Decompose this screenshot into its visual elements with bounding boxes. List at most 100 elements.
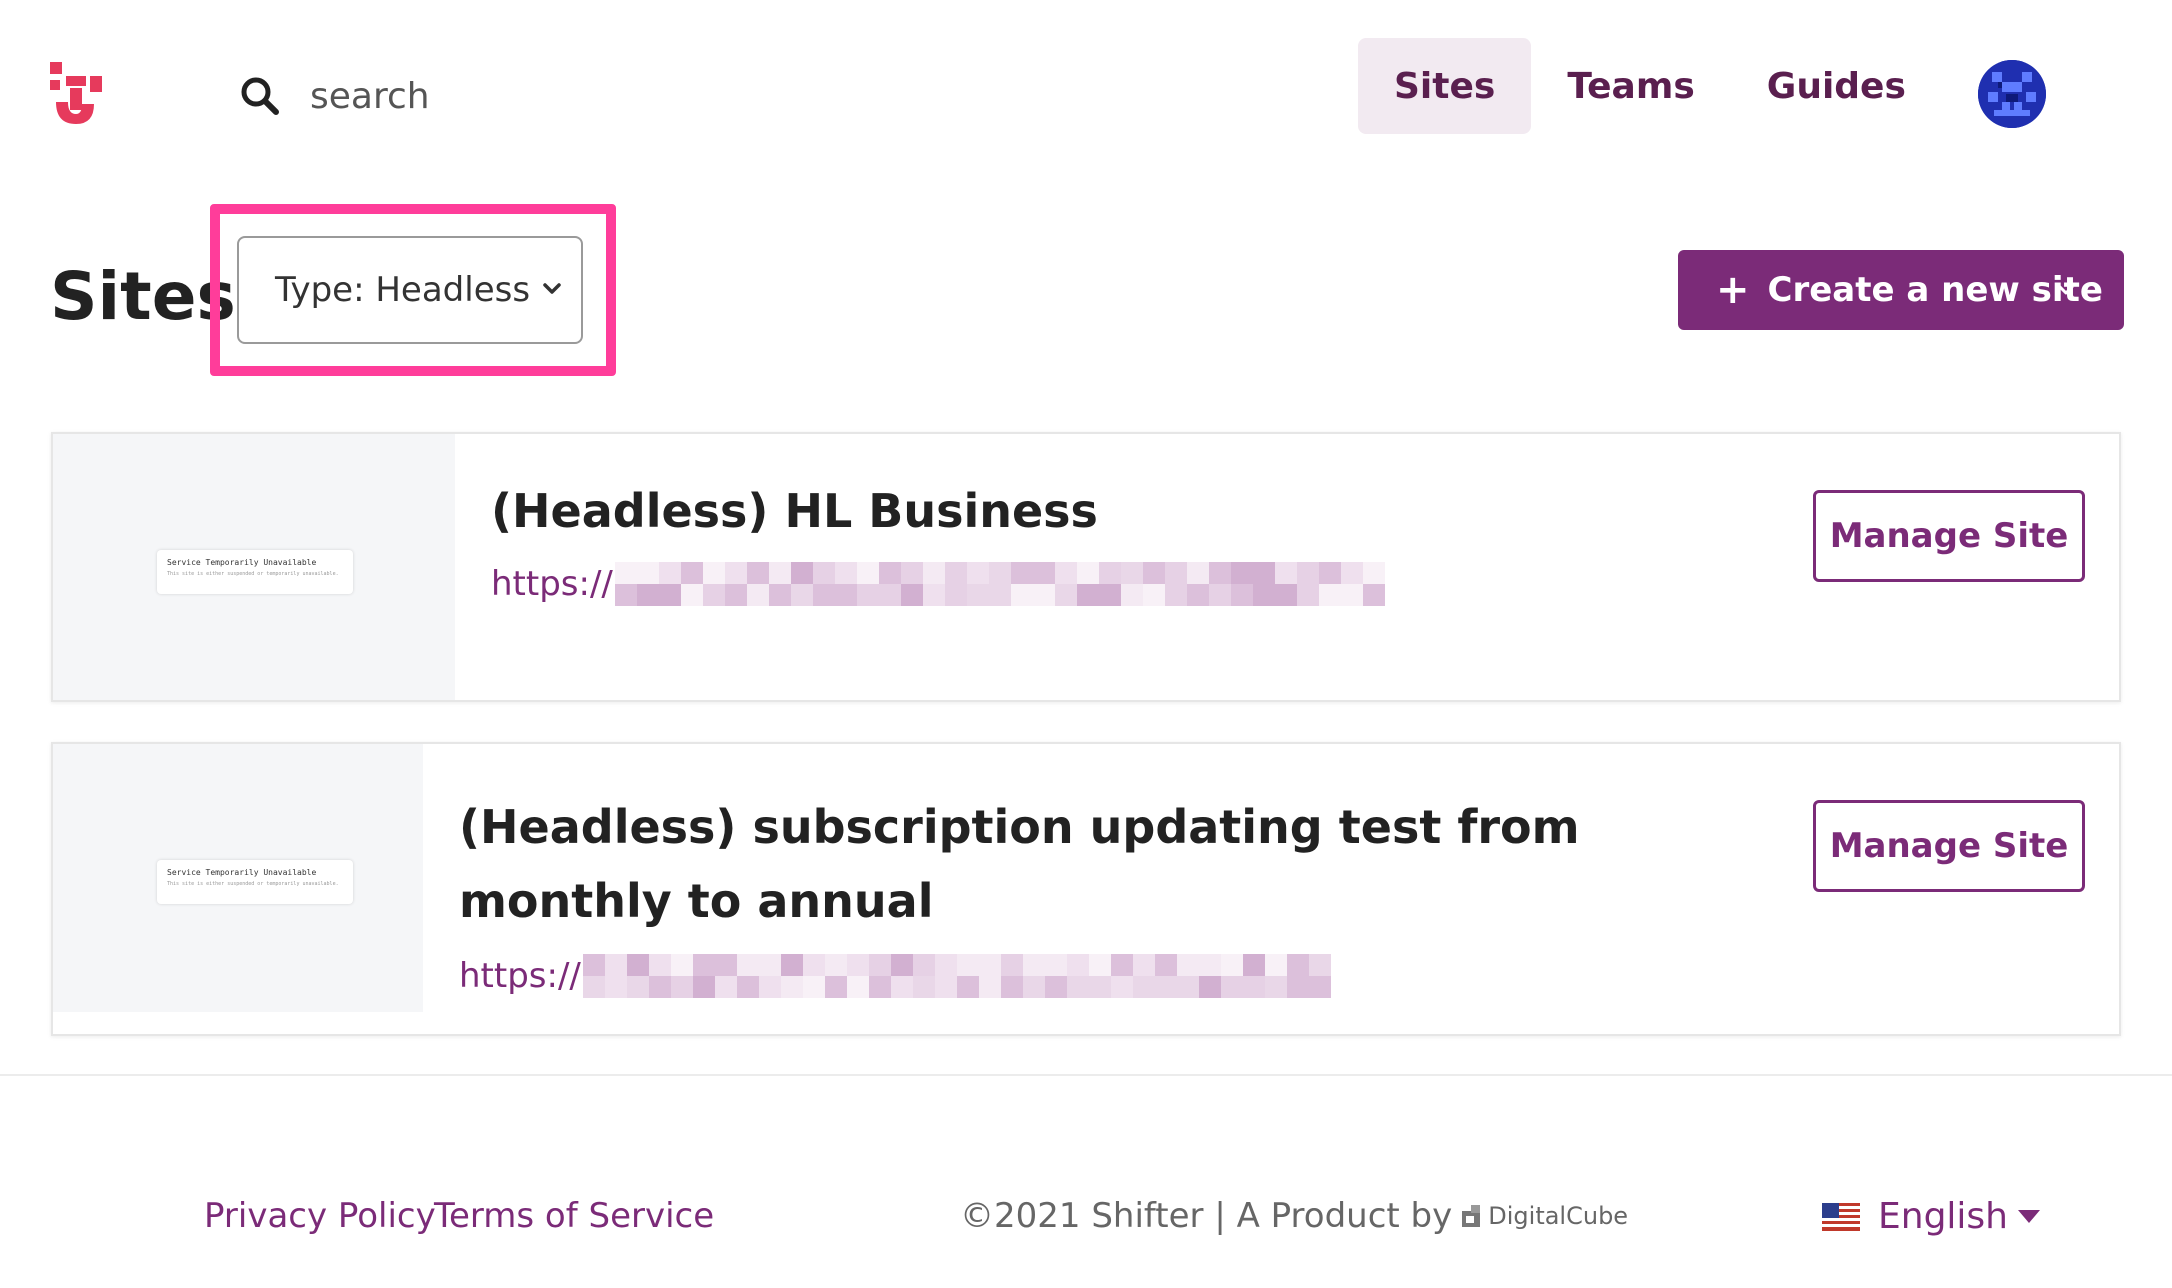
redaction-pixel (1340, 584, 1363, 606)
manage-site-button[interactable]: Manage Site (1813, 490, 2085, 582)
redaction-pixel (1220, 976, 1243, 998)
redaction-pixel (670, 976, 693, 998)
create-site-button[interactable]: + Create a new site (1678, 250, 2124, 330)
redaction-pixel (966, 584, 989, 606)
redaction-pixel (736, 976, 759, 998)
redaction-pixel (922, 562, 945, 584)
privacy-policy-link[interactable]: Privacy Policy (204, 1196, 436, 1236)
redaction-pixel (604, 976, 627, 998)
redaction-pixel (1010, 584, 1033, 606)
redaction-pixel (1286, 976, 1309, 998)
redaction-pixel (1098, 584, 1121, 606)
redaction-pixel (790, 584, 813, 606)
redaction-pixel (1308, 954, 1331, 976)
redaction-pixel (978, 976, 1001, 998)
redaction-pixel (1308, 976, 1331, 998)
digitalcube-logo[interactable]: DigitalCube (1462, 1202, 1628, 1230)
create-site-label: Create a new site (1767, 270, 2103, 310)
redaction-pixel (1142, 584, 1165, 606)
caret-down-icon (2018, 1209, 2040, 1223)
redaction-pixel (1098, 562, 1121, 584)
redaction-pixel (680, 562, 703, 584)
redaction-pixel (1076, 584, 1099, 606)
chevron-down-icon (2058, 285, 2074, 295)
user-avatar[interactable] (1978, 60, 2046, 128)
redaction-pixel (1022, 976, 1045, 998)
redaction-pixel (1198, 954, 1221, 976)
redaction-pixel (758, 976, 781, 998)
redaction-pixel (1088, 976, 1111, 998)
redaction-pixel (900, 562, 923, 584)
redaction-pixel (966, 562, 989, 584)
redaction-pixel (802, 954, 825, 976)
site-card: Service Temporarily Unavailable This sit… (51, 432, 2121, 702)
site-url[interactable]: https:// (491, 562, 1385, 606)
nav-guides[interactable]: Guides (1731, 38, 1942, 134)
redaction-pixel (670, 954, 693, 976)
site-name[interactable]: (Headless) HL Business (491, 474, 1098, 548)
redaction-pixel (944, 562, 967, 584)
redaction-pixel (582, 954, 605, 976)
redaction-pixel (636, 584, 659, 606)
redaction-pixel (1110, 976, 1133, 998)
redaction-pixel (978, 954, 1001, 976)
redaction-pixel (1054, 562, 1077, 584)
redaction-pixel (846, 954, 869, 976)
redaction-pixel (758, 954, 781, 976)
site-url[interactable]: https:// (459, 954, 1331, 998)
redaction-pixel (1186, 584, 1209, 606)
redaction-pixel (1120, 584, 1143, 606)
redaction-pixel (1242, 954, 1265, 976)
site-thumbnail[interactable]: Service Temporarily Unavailable This sit… (53, 744, 423, 1012)
redaction-pixel (702, 562, 725, 584)
redaction-pixel (1110, 954, 1133, 976)
redaction-pixel (780, 954, 803, 976)
site-card: Service Temporarily Unavailable This sit… (51, 742, 2121, 1036)
redaction-pixel (702, 584, 725, 606)
redaction-pixel (1362, 562, 1385, 584)
redaction-pixel (1230, 584, 1253, 606)
redaction-pixel (1186, 562, 1209, 584)
terms-of-service-link[interactable]: Terms of Service (434, 1196, 714, 1236)
redaction-pixel (1208, 562, 1231, 584)
redaction-pixel (824, 976, 847, 998)
redaction-pixel (956, 976, 979, 998)
type-filter-select[interactable]: Type: Headless (237, 236, 583, 344)
shifter-logo[interactable] (50, 62, 104, 132)
redaction-pixel (768, 584, 791, 606)
redaction-pixel (1066, 976, 1089, 998)
redaction-pixel (890, 954, 913, 976)
manage-site-button[interactable]: Manage Site (1813, 800, 2085, 892)
site-name[interactable]: (Headless) subscription updating test fr… (459, 790, 1779, 938)
site-thumbnail[interactable]: Service Temporarily Unavailable This sit… (53, 434, 455, 700)
digitalcube-icon (1462, 1205, 1481, 1227)
copyright: ©2021 Shifter | A Product by DigitalCube (960, 1196, 1629, 1236)
redaction-pixel (658, 584, 681, 606)
redaction-pixel (1340, 562, 1363, 584)
chevron-down-icon (543, 283, 561, 294)
redaction-pixel (856, 562, 879, 584)
redaction-pixel (724, 562, 747, 584)
redaction-pixel (890, 976, 913, 998)
redaction-pixel (1044, 954, 1067, 976)
redaction-pixel (1318, 584, 1341, 606)
redaction-pixel (1362, 584, 1385, 606)
thumbnail-message: Service Temporarily Unavailable This sit… (157, 550, 353, 594)
redaction-pixel (1120, 562, 1143, 584)
redaction-pixel (834, 584, 857, 606)
redaction-pixel (658, 562, 681, 584)
redaction-pixel (1154, 954, 1177, 976)
search-input[interactable] (310, 75, 610, 117)
nav-sites[interactable]: Sites (1358, 38, 1532, 134)
redaction-pixel (780, 976, 803, 998)
nav-teams[interactable]: Teams (1531, 38, 1730, 134)
redaction-pixel (724, 584, 747, 606)
redaction-pixel (900, 584, 923, 606)
redaction-pixel (1076, 562, 1099, 584)
redaction-pixel (944, 584, 967, 606)
redaction-pixel (1164, 584, 1187, 606)
redaction-pixel (1274, 584, 1297, 606)
redaction-pixel (768, 562, 791, 584)
search-icon[interactable] (238, 74, 282, 118)
language-selector[interactable]: English (1822, 1196, 2040, 1237)
